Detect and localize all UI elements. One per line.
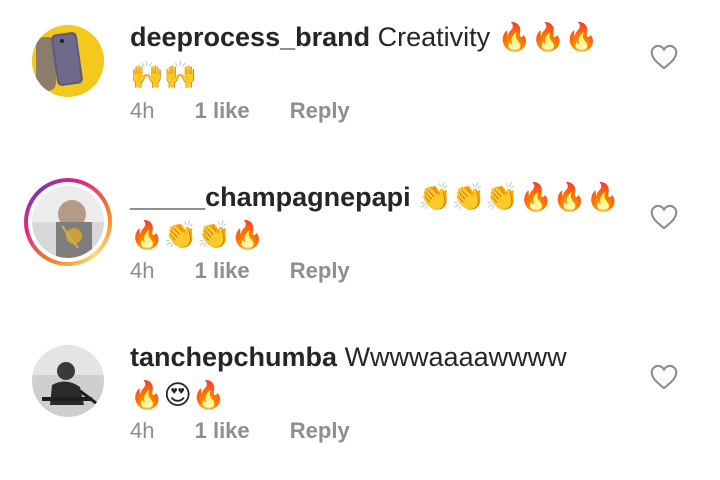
comment-body-continued: 🙌🙌 — [130, 60, 198, 90]
comment-body: 👏👏👏🔥🔥🔥 — [418, 182, 620, 212]
comment-time: 4h — [130, 418, 155, 443]
avatar-photo — [32, 345, 104, 417]
avatar[interactable] — [32, 345, 104, 417]
comment-username[interactable]: deeprocess_brand — [130, 22, 370, 52]
comment-body: Creativity 🔥🔥🔥 — [377, 22, 599, 52]
comment-item: _____champagnepapi 👏👏👏🔥🔥🔥 🔥👏👏🔥 4h 1 like… — [0, 160, 720, 320]
comment-username[interactable]: _____champagnepapi — [130, 182, 411, 212]
avatar-story-ring[interactable] — [24, 178, 112, 266]
avatar — [32, 186, 104, 258]
reply-button[interactable]: Reply — [290, 418, 350, 444]
comment-item: deeprocess_brand Creativity 🔥🔥🔥 🙌🙌 4h 1 … — [0, 0, 720, 160]
comment-username[interactable]: tanchepchumba — [130, 342, 337, 372]
comment-meta: 4h 1 like Reply — [130, 98, 384, 124]
avatar-photo — [32, 186, 104, 258]
comment-text: tanchepchumba Wwwwaaaawwww 🔥😍🔥 — [130, 338, 630, 414]
avatar[interactable] — [32, 25, 104, 97]
comment-text: _____champagnepapi 👏👏👏🔥🔥🔥 🔥👏👏🔥 — [130, 178, 630, 254]
comment-like-count[interactable]: 1 like — [195, 418, 250, 444]
comment-body: Wwwwaaaawwww — [344, 342, 567, 372]
comment-like-count[interactable]: 1 like — [195, 258, 250, 284]
reply-button[interactable]: Reply — [290, 258, 350, 284]
comment-item: tanchepchumba Wwwwaaaawwww 🔥😍🔥 4h 1 like… — [0, 320, 720, 480]
heart-outline-icon[interactable] — [650, 364, 678, 390]
avatar-photo — [32, 25, 104, 97]
comment-time: 4h — [130, 98, 155, 123]
comment-body-continued: 🔥😍🔥 — [130, 380, 226, 410]
heart-outline-icon[interactable] — [650, 44, 678, 70]
comment-text: deeprocess_brand Creativity 🔥🔥🔥 🙌🙌 — [130, 18, 630, 94]
reply-button[interactable]: Reply — [290, 98, 350, 124]
comment-body-continued: 🔥👏👏🔥 — [130, 220, 265, 250]
comment-meta: 4h 1 like Reply — [130, 258, 384, 284]
heart-outline-icon[interactable] — [650, 204, 678, 230]
comment-time: 4h — [130, 258, 155, 283]
comment-like-count[interactable]: 1 like — [195, 98, 250, 124]
comment-meta: 4h 1 like Reply — [130, 418, 384, 444]
